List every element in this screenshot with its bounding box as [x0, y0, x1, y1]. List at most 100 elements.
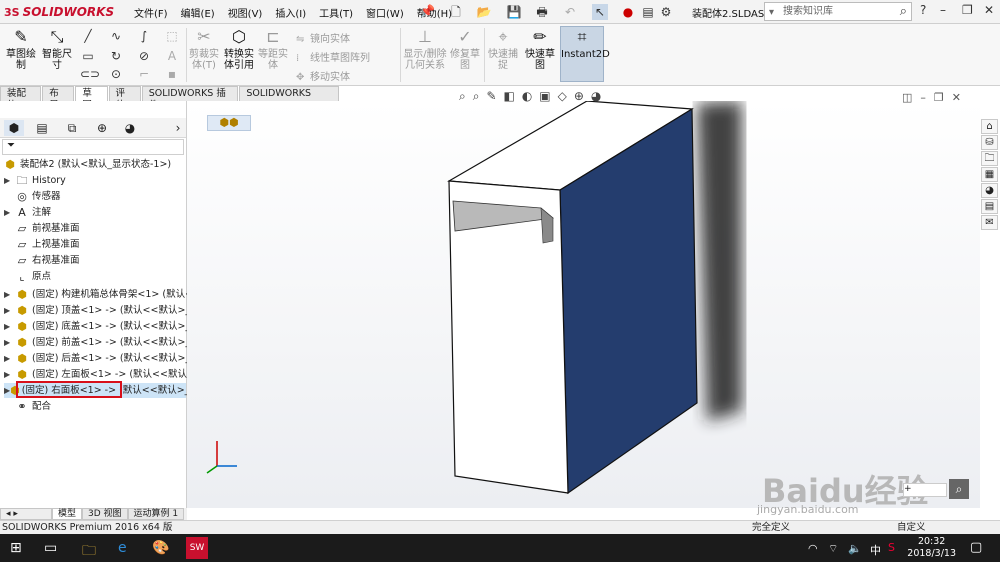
tree-item-part[interactable]: ▶ ⬢ (固定) 顶盖<1> -> (默认<<默认>_显 — [4, 303, 200, 318]
open-folder-icon[interactable]: 📂 — [476, 4, 492, 20]
display-manager-icon[interactable]: ◕ — [120, 120, 140, 136]
rebuild-icon[interactable]: ● — [620, 4, 636, 20]
solidworks-logo[interactable]: 3S SOLIDWORKS — [4, 3, 114, 21]
undo-icon[interactable]: ↶ — [562, 4, 578, 20]
expand-arrow-icon[interactable]: ▶ — [4, 173, 14, 188]
task-view-icon[interactable]: ▭ — [44, 540, 57, 556]
tree-item-sensors[interactable]: ◎ 传感器 — [4, 189, 60, 204]
tab-sketch[interactable]: 草图 — [75, 86, 108, 111]
repair-sketch-button[interactable]: ✓ 修复草 图 — [450, 27, 480, 71]
tab-assembly[interactable]: 装配体 — [0, 86, 42, 111]
network-icon[interactable]: ◠ — [808, 542, 818, 555]
file-properties-icon[interactable]: ▤ — [640, 4, 656, 20]
sketch-button[interactable]: ✎ 草图绘 制 — [3, 27, 39, 71]
tree-item-front-plane[interactable]: ▱ 前视基准面 — [4, 221, 80, 236]
tree-item-part[interactable]: ▶ ⬢ (固定) 底盖<1> -> (默认<<默认>_显 — [4, 319, 200, 334]
trim-entities-button[interactable]: ✂ 剪裁实 体(T) — [188, 27, 220, 71]
fillet-icon[interactable]: ⌐ — [136, 66, 152, 82]
tree-item-mates[interactable]: ⚭ 配合 — [4, 399, 51, 414]
save-icon[interactable]: 💾 — [506, 4, 522, 20]
wifi-icon[interactable]: ⌔ — [828, 542, 838, 556]
notifications-icon[interactable]: ▢ — [970, 540, 982, 555]
display-relations-button[interactable]: ⊥ 显示/删除 几何关系 — [402, 27, 448, 71]
linear-pattern-button[interactable]: ⁞ 线性草图阵列 — [296, 49, 370, 64]
point-icon[interactable]: ▪ — [164, 66, 180, 82]
convert-entities-button[interactable]: ⬡ 转换实 体引用 — [222, 27, 256, 71]
close-icon[interactable]: ✕ — [984, 3, 994, 17]
tree-root[interactable]: ⬢ 装配体2 (默认<默认_显示状态-1>) — [2, 157, 171, 172]
tab-layout[interactable]: 布局 — [42, 86, 75, 111]
dimxpert-icon[interactable]: ⊕ — [92, 120, 112, 136]
volume-icon[interactable]: 🔈 — [848, 542, 862, 555]
tree-item-history[interactable]: ▶ 🗀 History — [4, 173, 66, 188]
menu-file[interactable]: 文件(F) — [134, 5, 168, 20]
circle-arc-icon[interactable]: ↻ — [108, 48, 124, 64]
slot-icon[interactable]: ⊂⊃ — [80, 66, 100, 82]
property-manager-icon[interactable]: ▤ — [32, 120, 52, 136]
tree-item-part[interactable]: ▶ ⬢ (固定) 前盖<1> -> (默认<<默认>_显 — [4, 335, 200, 350]
view-window-controls[interactable]: ◫–❐✕ — [902, 91, 969, 104]
restore-icon[interactable]: ❐ — [962, 3, 973, 17]
curve-icon[interactable]: ∫ — [136, 28, 152, 44]
tab-model[interactable]: 模型 — [52, 508, 83, 520]
forum-icon[interactable]: ✉ — [981, 215, 998, 230]
menu-view[interactable]: 视图(V) — [228, 5, 263, 20]
expand-arrow-icon[interactable]: ▶ — [4, 335, 14, 350]
zoom-search-icon[interactable]: ⌕ — [949, 479, 969, 499]
select-arrow-icon[interactable]: ↖ — [592, 4, 608, 20]
tree-item-origin[interactable]: ⌞ 原点 — [4, 269, 51, 284]
expand-arrow-icon[interactable]: ▶ — [4, 351, 14, 366]
menu-tools[interactable]: 工具(T) — [319, 5, 353, 20]
view-palette-icon[interactable]: ▦ — [981, 167, 998, 182]
configuration-manager-icon[interactable]: ⧉ — [62, 120, 82, 136]
system-clock[interactable]: 20:32 2018/3/13 — [907, 536, 956, 560]
feature-tree-icon[interactable]: ⬢ — [4, 120, 24, 136]
expand-arrow-icon[interactable]: ▶ — [4, 303, 14, 318]
breadcrumb-icon[interactable]: ⬢⬢ — [207, 115, 251, 131]
home-icon[interactable]: ⌂ — [981, 119, 998, 134]
menu-edit[interactable]: 编辑(E) — [181, 5, 215, 20]
tab-motion-study[interactable]: 运动算例 1 — [127, 508, 185, 520]
expand-arrow-icon[interactable]: ▶ — [4, 287, 14, 302]
ime-indicator[interactable]: 中 — [870, 542, 881, 558]
offset-entities-button[interactable]: ⊏ 等距实 体 — [258, 27, 288, 71]
tree-item-part[interactable]: ▶ ⬢ (固定) 后盖<1> -> (默认<<默认>_显 — [4, 351, 200, 366]
pin-icon[interactable]: 📌 — [420, 4, 435, 18]
tab-3d-view[interactable]: 3D 视图 — [82, 508, 128, 520]
tree-filter-input[interactable]: ⏷ — [2, 139, 184, 155]
sogou-ime-icon[interactable]: S — [888, 541, 895, 554]
solidworks-taskbar-icon[interactable]: SW — [186, 537, 208, 559]
polygon-icon[interactable]: ⊘ — [136, 48, 152, 64]
tree-item-right-plane[interactable]: ▱ 右视基准面 — [4, 253, 80, 268]
custom-properties-icon[interactable]: ▤ — [981, 199, 998, 214]
dotted-box-icon[interactable]: ⬚ — [164, 28, 180, 44]
text-icon[interactable]: A — [164, 48, 180, 64]
menu-insert[interactable]: 插入(I) — [275, 5, 306, 20]
tab-mbd[interactable]: SOLIDWORKS MBD — [239, 86, 340, 111]
menu-window[interactable]: 窗口(W) — [366, 5, 404, 20]
windows-start-icon[interactable]: ⊞ — [10, 540, 22, 556]
expand-arrow-icon[interactable]: ▶ — [4, 205, 14, 220]
help-question-icon[interactable]: ? — [920, 3, 926, 17]
rectangle-icon[interactable]: ▭ — [80, 48, 96, 64]
tree-item-part[interactable]: ▶ ⬢ (固定) 左面板<1> -> (默认<<默认>_ — [4, 367, 200, 382]
expand-arrow-icon[interactable]: ▶ — [4, 319, 14, 334]
expand-arrow-icon[interactable]: ▶ — [4, 367, 14, 382]
status-custom[interactable]: 自定义 — [897, 521, 926, 534]
ellipse-icon[interactable]: ⊙ — [108, 66, 124, 82]
tree-item-annotations[interactable]: ▶ A 注解 — [4, 205, 51, 220]
heads-up-toolbar[interactable]: ⌕⌕✎◧◐▣◇⊕◕ — [459, 89, 608, 104]
paint-app-icon[interactable]: 🎨 — [152, 540, 169, 556]
search-input[interactable]: ▾ 搜索知识库 ⌕ — [764, 2, 912, 21]
line-icon[interactable]: ╱ — [80, 28, 96, 44]
mirror-entities-button[interactable]: ⇋ 镜向实体 — [296, 30, 350, 45]
tree-item-part[interactable]: ▶ ⬢ (固定) 构建机箱总体骨架<1> (默认<默 — [4, 287, 203, 302]
move-entities-button[interactable]: ✥ 移动实体 — [296, 68, 350, 83]
options-gear-icon[interactable]: ⚙ — [658, 4, 674, 20]
new-document-icon[interactable]: 🗋 — [448, 4, 464, 20]
zoom-box[interactable]: + — [903, 483, 947, 497]
graphics-viewport[interactable]: ⬢⬢ ⌕⌕✎◧◐▣◇⊕◕ ◫–❐✕ Baidu经验 jingyan.baidu.… — [187, 89, 980, 516]
edge-browser-icon[interactable]: e — [118, 540, 127, 556]
minimize-icon[interactable]: – — [940, 3, 946, 17]
rapid-sketch-button[interactable]: ✏ 快速草 图 — [524, 27, 556, 71]
